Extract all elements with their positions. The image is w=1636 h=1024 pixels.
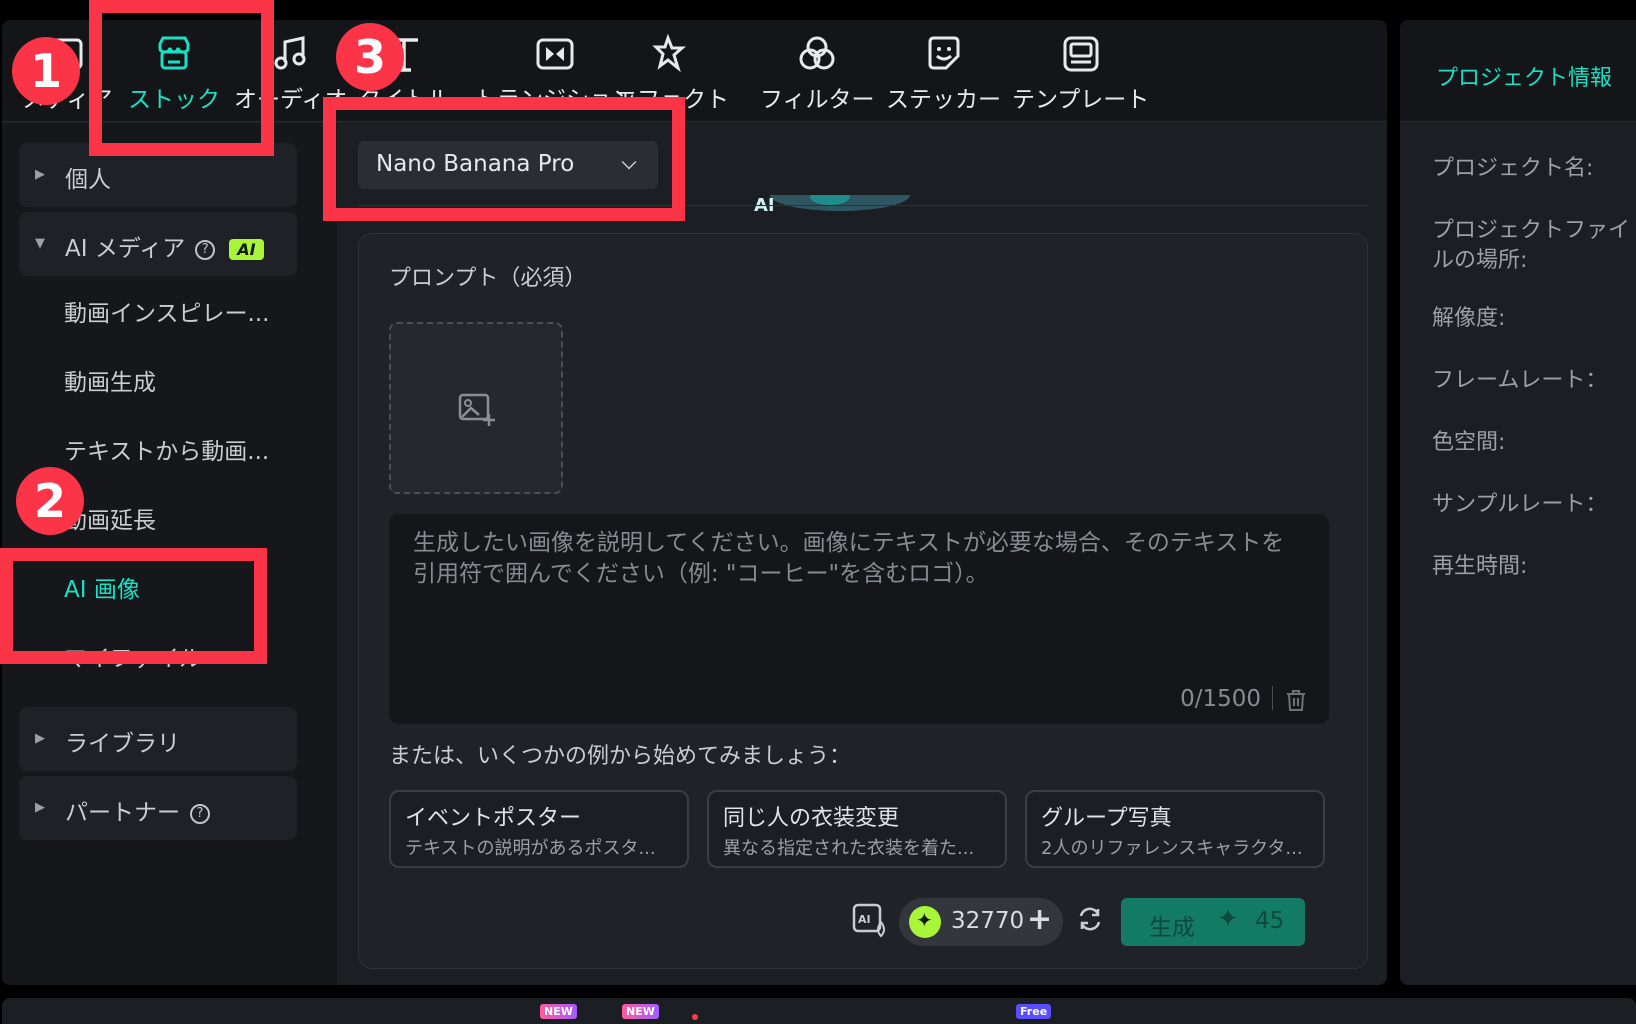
effect-sparkle-icon <box>651 33 686 73</box>
prompt-placeholder: 生成したい画像を説明してください。画像にテキストが必要な場合、そのテキストを引用… <box>413 530 1285 587</box>
sample-rate-label: サンプルレート： <box>1432 492 1608 517</box>
tab-template[interactable]: テンプレート <box>1012 32 1149 114</box>
sparkle-icon: ✦ <box>1217 904 1239 934</box>
new-badge: NEW <box>622 1004 659 1019</box>
sticker-icon <box>928 36 959 70</box>
color-space-label: 色空間: <box>1432 430 1506 455</box>
main-panel: メディア ストック オーディオ タイトル トランジション エフェクト フィルター <box>2 20 1387 985</box>
example-card-outfit-change[interactable]: 同じ人の衣装変更 異なる指定された衣装を着た... <box>707 790 1007 868</box>
sidebar-group-label: ライブラリ <box>65 731 180 757</box>
credits-balance[interactable]: ✦ 32770 + <box>899 898 1063 946</box>
highlight-box-stock-tab <box>89 0 274 156</box>
generate-button[interactable]: 生成 ✦ 45 <box>1121 898 1305 946</box>
timeline-toolbar <box>2 998 1636 1024</box>
music-note-icon <box>274 36 306 70</box>
help-icon[interactable]: ? <box>195 239 216 260</box>
help-icon[interactable]: ? <box>190 803 210 824</box>
svg-text:AI: AI <box>858 913 871 926</box>
svg-text:AI: AI <box>754 195 775 213</box>
expand-triangle-icon: ▶ <box>35 167 45 182</box>
ai-image-panel: AI Nano Banana Pro プロンプト（必須） 生成したい画像を説明し… <box>340 123 1387 985</box>
example-desc: テキストの説明があるポスタ... <box>405 838 656 859</box>
reference-image-upload[interactable] <box>389 322 563 494</box>
sidebar-item-video-generation[interactable]: 動画生成 <box>64 363 156 397</box>
examples-hint: または、いくつかの例から始めてみましょう： <box>389 744 852 769</box>
sidebar-group-label: AI メディア <box>65 236 186 262</box>
sidebar-item-text-to-video[interactable]: テキストから動画... <box>64 432 269 466</box>
expand-triangle-icon: ▶ <box>35 731 45 746</box>
step-number-badge: 2 <box>16 467 84 535</box>
free-badge: Free <box>1016 1004 1052 1019</box>
example-card-event-poster[interactable]: イベントポスター テキストの説明があるポスタ... <box>389 790 689 868</box>
credits-amount: 32770 <box>951 908 1025 934</box>
step-number-badge: 1 <box>12 37 80 105</box>
filter-icon <box>799 36 835 70</box>
frame-rate-label: フレームレート： <box>1432 368 1608 393</box>
sidebar-group-label: パートナー <box>65 800 180 826</box>
sidebar-group-partner[interactable]: ▶ パートナー? <box>19 776 297 840</box>
example-card-group-photo[interactable]: グループ写真 2人のリファレンスキャラクタ... <box>1025 790 1325 868</box>
example-title: イベントポスター <box>405 806 582 831</box>
sidebar-group-library[interactable]: ▶ ライブラリ <box>19 707 297 771</box>
tab-template-label: テンプレート <box>1012 87 1150 113</box>
sidebar-group-label: 個人 <box>65 167 111 193</box>
sidebar-group-ai-media[interactable]: ▼ AI メディア? AI <box>19 212 297 276</box>
prompt-card: プロンプト（必須） 生成したい画像を説明してください。画像にテキストが必要な場合… <box>358 233 1368 969</box>
highlight-box-model-select <box>323 97 685 221</box>
example-title: 同じ人の衣装変更 <box>723 806 900 831</box>
char-counter: 0/1500 <box>1180 686 1261 712</box>
example-desc: 異なる指定された衣装を着た... <box>723 838 975 859</box>
divider <box>1272 686 1273 710</box>
ai-badge: AI <box>229 239 264 260</box>
project-location-label: プロジェクトファイルの場所: <box>1432 218 1631 273</box>
duration-label: 再生時間: <box>1432 554 1528 579</box>
add-credits-icon[interactable]: + <box>1027 902 1052 937</box>
trash-icon[interactable] <box>1285 688 1307 712</box>
generate-cost: 45 <box>1255 908 1285 934</box>
project-info-panel: プロジェクト情報 プロジェクト名: プロジェクトファイルの場所: 解像度: フレ… <box>1400 20 1636 985</box>
tab-filter-label: フィルター <box>760 87 875 113</box>
sidebar-group-partner-row: パートナー? <box>65 793 210 827</box>
notification-dot <box>692 1014 698 1020</box>
expand-triangle-icon: ▶ <box>35 800 45 815</box>
example-title: グループ写真 <box>1041 806 1172 831</box>
generate-label: 生成 <box>1149 915 1195 941</box>
new-badge: NEW <box>540 1004 577 1019</box>
project-info-title[interactable]: プロジェクト情報 <box>1436 60 1612 92</box>
step-number-badge: 3 <box>336 23 404 91</box>
resolution-label: 解像度: <box>1432 306 1506 331</box>
sidebar-group-ai-media-row: AI メディア? AI <box>65 229 264 263</box>
project-info-header: プロジェクト情報 <box>1400 20 1636 122</box>
banner-peek: AI <box>730 195 910 213</box>
prompt-textarea[interactable]: 生成したい画像を説明してください。画像にテキストが必要な場合、そのテキストを引用… <box>389 514 1329 724</box>
add-image-icon <box>458 393 495 426</box>
example-desc: 2人のリファレンスキャラクタ... <box>1041 838 1303 859</box>
generate-row: AI ✦ 32770 + 生成 ✦ 45 <box>359 894 1367 950</box>
tab-sticker[interactable]: ステッカー <box>886 32 1001 114</box>
project-name-label: プロジェクト名: <box>1432 156 1594 181</box>
collapse-triangle-icon: ▼ <box>35 236 45 251</box>
credit-coin-icon: ✦ <box>909 906 941 938</box>
tab-filter[interactable]: フィルター <box>760 32 875 114</box>
transition-icon <box>536 38 573 70</box>
tab-sticker-label: ステッカー <box>886 87 1001 113</box>
refresh-icon[interactable] <box>1077 906 1103 932</box>
template-icon <box>1063 36 1099 72</box>
highlight-box-ai-image <box>0 548 267 664</box>
sidebar-item-video-inspiration[interactable]: 動画インスピレー... <box>64 294 269 328</box>
ai-image-settings-icon[interactable]: AI <box>851 902 889 938</box>
prompt-title: プロンプト（必須） <box>389 266 587 291</box>
